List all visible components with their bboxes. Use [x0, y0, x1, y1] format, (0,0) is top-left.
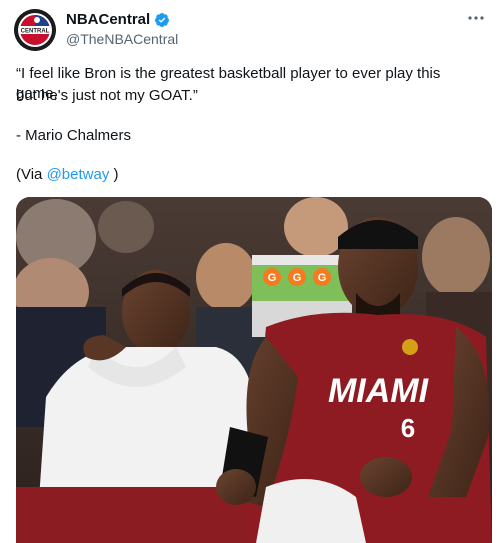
svg-text:CENTRAL: CENTRAL: [21, 29, 50, 35]
via-suffix: ): [109, 166, 119, 183]
account-display-name[interactable]: NBACentral: [66, 11, 150, 28]
jersey-number: 6: [401, 413, 415, 443]
basketball-bench-photo: G G G MIAMI 6: [16, 197, 492, 543]
jersey-text: MIAMI: [328, 372, 430, 410]
cup-letter: G: [268, 272, 277, 284]
tweet-via-line: (Via @betway ): [16, 165, 119, 185]
cup-letter: G: [318, 272, 327, 284]
mention-link-betway[interactable]: @betway: [47, 166, 110, 183]
more-options-icon: [468, 16, 484, 20]
nba-central-logo-icon: CENTRAL: [14, 9, 56, 51]
tweet-attribution: - Mario Chalmers: [16, 127, 132, 144]
tweet-text-line: but he's just not my GOAT.”: [16, 87, 198, 104]
tweet-photo[interactable]: G G G MIAMI 6: [16, 197, 492, 543]
via-prefix: (Via: [16, 166, 47, 183]
account-handle[interactable]: @TheNBACentral: [66, 31, 178, 47]
account-avatar[interactable]: CENTRAL: [14, 9, 56, 51]
cup-letter: G: [293, 272, 302, 284]
more-options-button[interactable]: [466, 10, 486, 26]
verified-badge-icon: [155, 12, 170, 27]
tweet-header: CENTRAL NBACentral @TheNBACentral: [0, 0, 500, 60]
